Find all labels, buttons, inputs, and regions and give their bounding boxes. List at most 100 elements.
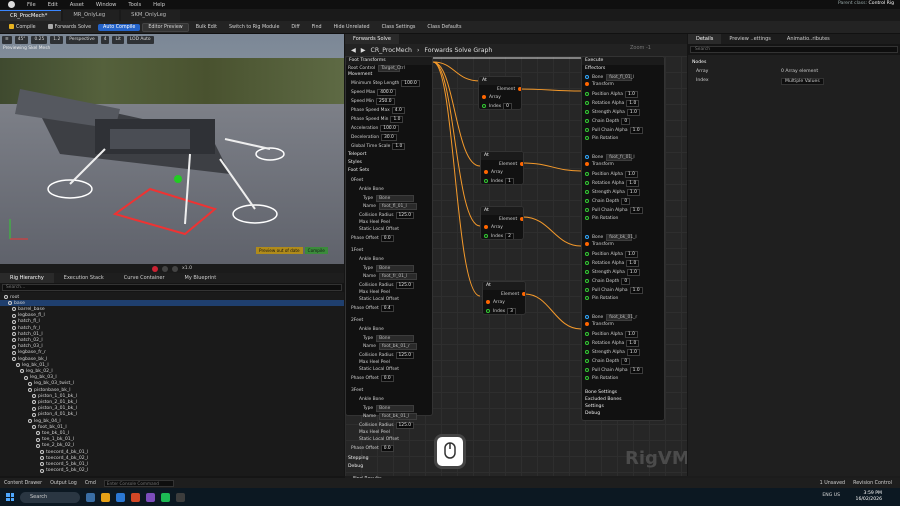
viewport[interactable]: ≡ 45° 0.25 1.2 Perspective 4 Lit LOD Aut… — [0, 34, 344, 264]
param-pin-icon[interactable] — [585, 190, 589, 194]
index-input[interactable]: 1 — [505, 178, 514, 184]
static-local-offset-label[interactable]: Static Local Offset — [359, 227, 399, 232]
tab-cr-procmech[interactable]: CR_ProcMech* — [0, 10, 62, 21]
auto-compile-toggle[interactable]: Auto Compile — [98, 23, 141, 31]
hierarchy-row[interactable]: hatch_03_l — [0, 344, 43, 350]
static-local-offset-label[interactable]: Static Local Offset — [359, 297, 399, 302]
app-icon-2[interactable] — [146, 492, 155, 502]
array-pin-icon[interactable] — [484, 170, 488, 174]
transform-pin-icon[interactable] — [585, 162, 589, 166]
output-pin-icon[interactable] — [522, 292, 525, 296]
param-value-input[interactable]: 100.0 — [380, 125, 399, 132]
at-element-pin[interactable]: Element — [497, 87, 521, 92]
hierarchy-row[interactable]: hatch_01_l — [0, 331, 43, 337]
phase-offset-input[interactable]: 0.0 — [380, 375, 394, 382]
hierarchy-search-input[interactable]: Search... — [2, 284, 342, 291]
index-input[interactable]: 2 — [505, 233, 514, 239]
effectors-section[interactable]: Effectors — [585, 66, 605, 71]
param-pin-icon[interactable] — [585, 288, 589, 292]
back-arrow-icon[interactable]: ◀ — [351, 47, 356, 54]
param-pin-icon[interactable] — [585, 172, 589, 176]
hierarchy-row[interactable]: base — [0, 300, 344, 307]
viewport-snap-value[interactable]: 45° — [14, 36, 29, 44]
hierarchy-row[interactable]: hatch_fl_l — [0, 319, 40, 325]
cmd-dropdown[interactable]: Cmd — [85, 481, 96, 486]
effector-param-input[interactable]: 1.0 — [626, 180, 640, 187]
bone-pin-icon[interactable] — [585, 75, 589, 79]
effector-param-input[interactable]: 1.0 — [626, 109, 640, 116]
tab-details[interactable]: Details — [688, 34, 722, 44]
bone-pin-icon[interactable] — [585, 235, 589, 239]
pause-icon[interactable] — [161, 265, 168, 272]
app-icon-1[interactable] — [131, 492, 140, 502]
record-icon[interactable] — [151, 265, 158, 272]
effector-param-input[interactable]: 1.0 — [624, 91, 638, 98]
at-node[interactable]: At Element Array Index 2 — [480, 206, 524, 240]
collision-radius-input[interactable]: 125.0 — [395, 212, 415, 219]
viewport-rotation-snap[interactable]: 0.25 — [31, 36, 48, 44]
type-dropdown[interactable]: Bone — [376, 195, 415, 202]
at-index-pin[interactable]: Index 2 — [484, 233, 514, 239]
effector-bone-dropdown[interactable]: foot_bk_01_l — [606, 234, 637, 241]
diff-button[interactable]: Diff — [286, 24, 304, 31]
effector-param-input[interactable]: 1.0 — [626, 100, 640, 107]
param-pin-icon[interactable] — [585, 216, 589, 220]
effector-param-input[interactable]: 1.0 — [626, 340, 640, 347]
viewport-lod-dropdown[interactable]: LOD Auto — [126, 36, 154, 44]
compile-button[interactable]: Compile — [4, 23, 41, 31]
at-index-pin[interactable]: Index 1 — [484, 178, 514, 184]
excluded-bones-section[interactable]: Excluded Bones — [585, 397, 621, 402]
at-array-pin[interactable]: Array — [482, 95, 501, 100]
hierarchy-row[interactable]: root — [0, 294, 19, 300]
hierarchy-row[interactable]: leg_bk_02_l — [0, 368, 53, 374]
hierarchy-row[interactable]: piston_1_01_bk_l — [0, 393, 77, 399]
index-pin-icon[interactable] — [484, 179, 488, 183]
viewport-menu-icon[interactable]: ≡ — [2, 36, 12, 44]
menu-tools[interactable]: Tools — [122, 2, 147, 8]
hierarchy-row[interactable]: piston_4_01_bk_l — [0, 412, 77, 418]
unreal-taskbar-icon[interactable] — [176, 492, 185, 502]
menu-help[interactable]: Help — [147, 2, 171, 8]
param-value-input[interactable]: 1.0 — [390, 116, 404, 123]
breadcrumb-graph[interactable]: Forwards Solve Graph — [424, 47, 492, 54]
clock[interactable]: 3:59 PM 16/02/2026 — [856, 491, 882, 503]
edge-icon[interactable] — [116, 492, 125, 502]
menu-edit[interactable]: Edit — [42, 2, 64, 8]
at-node[interactable]: At Element Array Index 1 — [480, 151, 524, 185]
forward-arrow-icon[interactable]: ▶ — [361, 47, 366, 54]
effector-param-input[interactable]: 1.0 — [624, 251, 638, 258]
effector-param-input[interactable]: 1.0 — [629, 287, 643, 294]
ankle-bone-label[interactable]: Ankle Bone — [359, 187, 384, 192]
param-value-input[interactable]: 1.0 — [392, 143, 406, 150]
param-pin-icon[interactable] — [585, 341, 589, 345]
teleport-section[interactable]: Teleport — [348, 152, 366, 157]
hierarchy-row[interactable]: leg_bk_04_l — [0, 418, 61, 424]
hierarchy-row[interactable]: toe_bk_01_l — [0, 430, 69, 436]
task-view-icon[interactable] — [86, 492, 95, 502]
param-pin-icon[interactable] — [585, 296, 589, 300]
console-command-input[interactable]: Enter Console Command — [103, 479, 174, 487]
app-icon-3[interactable] — [161, 492, 170, 502]
debug-footer-section[interactable]: Debug — [585, 411, 600, 416]
hierarchy-row[interactable]: hatch_02_l — [0, 337, 43, 343]
styles-section[interactable]: Styles — [348, 160, 362, 165]
debug-section[interactable]: Debug — [348, 464, 363, 469]
switch-rig-module-button[interactable]: Switch to Rig Module — [224, 24, 284, 31]
array-pin-icon[interactable] — [482, 95, 486, 99]
at-array-pin[interactable]: Array — [486, 300, 505, 305]
effector-bone-dropdown[interactable]: foot_fr_01_l — [606, 154, 635, 161]
settings-section[interactable]: Settings — [585, 404, 604, 409]
param-pin-icon[interactable] — [585, 199, 589, 203]
type-dropdown[interactable]: Bone — [376, 405, 415, 412]
hierarchy-row[interactable]: leg_bk_01_l — [0, 362, 49, 368]
at-array-pin[interactable]: Array — [484, 170, 503, 175]
index-input[interactable]: 3 — [507, 308, 516, 314]
param-pin-icon[interactable] — [585, 208, 589, 212]
bulk-edit-button[interactable]: Bulk Edit — [191, 24, 222, 31]
effector-param-input[interactable]: 1.0 — [629, 127, 643, 134]
hierarchy-row[interactable]: barrel_base — [0, 306, 45, 312]
effector-param-input[interactable]: 1.0 — [626, 189, 640, 196]
transform-label[interactable]: Transform — [592, 82, 614, 87]
max-heel-peel-label[interactable]: Max Heel Peel — [359, 430, 390, 435]
tab-my-blueprint[interactable]: My Blueprint — [175, 275, 227, 281]
